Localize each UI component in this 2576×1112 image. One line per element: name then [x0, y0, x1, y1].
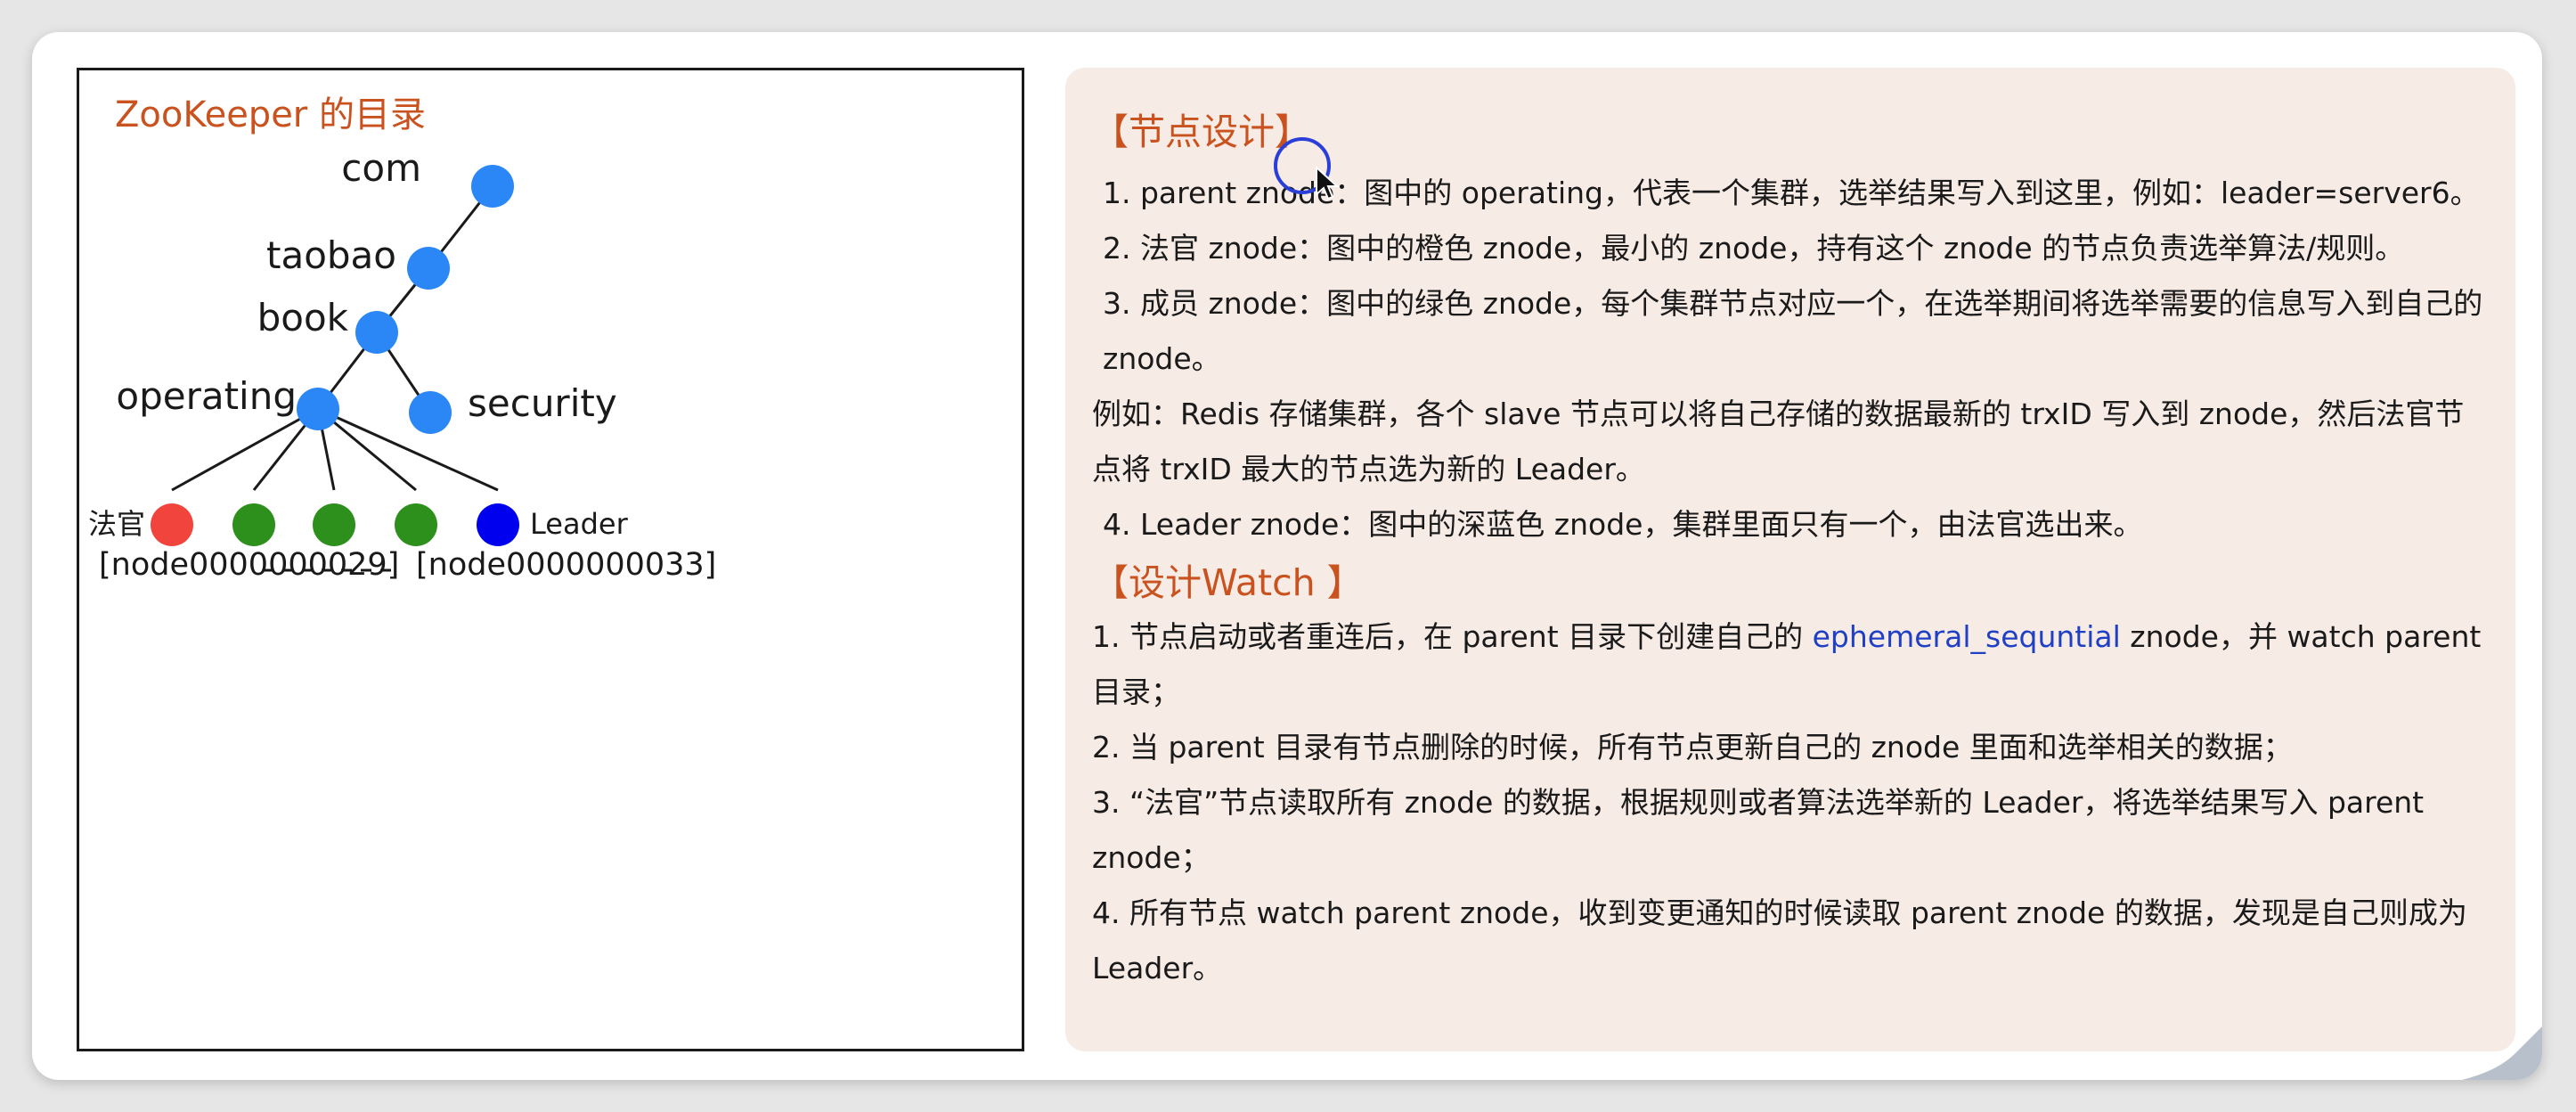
range-end-label: [node0000000033]: [416, 547, 716, 583]
mouse-pointer-icon: [1316, 166, 1340, 200]
watch-item-2: 2. 当 parent 目录有节点删除的时候，所有节点更新自己的 znode 里…: [1092, 730, 2293, 764]
page-curl-corner: [2462, 1026, 2542, 1080]
node-member-2: [313, 503, 355, 546]
label-judge: 法官: [88, 507, 145, 541]
range-start-label: [node0000000029]: [99, 547, 399, 583]
node-com: [471, 165, 514, 208]
directory-tree-svg: ZooKeeper 的目录 com taobao book operating …: [88, 94, 716, 583]
node-member-3: [395, 503, 437, 546]
diagram-title: ZooKeeper 的目录: [115, 94, 426, 135]
watch-item-3: 3. “法官”节点读取所有 znode 的数据，根据规则或者算法选举新的 Lea…: [1092, 785, 2425, 875]
watch-item-4: 4. 所有节点 watch parent znode，收到变更通知的时候读取 p…: [1092, 895, 2467, 985]
watch-item-1: 1. 节点启动或者重连后，在 parent 目录下创建自己的 ephemeral…: [1092, 609, 2490, 720]
label-security: security: [468, 381, 617, 425]
design-item-2: 2. 法官 znode：图中的橙色 znode，最小的 znode，持有这个 z…: [1103, 231, 2405, 266]
ephemeral-sequential-term: ephemeral_sequntial: [1812, 619, 2121, 654]
watch-item-1-before: 1. 节点启动或者重连后，在 parent 目录下创建自己的: [1092, 619, 1813, 654]
design-example: 例如：Redis 存储集群，各个 slave 节点可以将自己存储的数据最新的 t…: [1092, 397, 2465, 487]
design-item-4: 4. Leader znode：图中的深蓝色 znode，集群里面只有一个，由法…: [1103, 507, 2143, 542]
node-operating: [297, 388, 339, 430]
zookeeper-directory-diagram: ZooKeeper 的目录 com taobao book operating …: [77, 68, 1024, 1051]
watch-heading: 【设计Watch 】: [1092, 561, 1364, 604]
label-taobao: taobao: [266, 233, 396, 277]
edge-operating-judge: [171, 407, 319, 492]
node-security: [409, 391, 452, 434]
label-com: com: [341, 146, 421, 190]
node-judge: [151, 503, 193, 546]
label-leader: Leader: [530, 507, 629, 541]
label-operating: operating: [116, 374, 297, 418]
node-leader: [477, 503, 519, 546]
node-book: [355, 311, 398, 354]
slide-card: ZooKeeper 的目录 com taobao book operating …: [32, 32, 2542, 1080]
notes-panel: 【节点设计】 1. parent znode：图中的 operating，代表一…: [1065, 68, 2515, 1051]
design-item-3: 3. 成员 znode：图中的绿色 znode，每个集群节点对应一个，在选举期间…: [1103, 286, 2483, 376]
label-book: book: [257, 296, 349, 339]
node-member-1: [232, 503, 275, 546]
node-taobao: [407, 247, 450, 290]
